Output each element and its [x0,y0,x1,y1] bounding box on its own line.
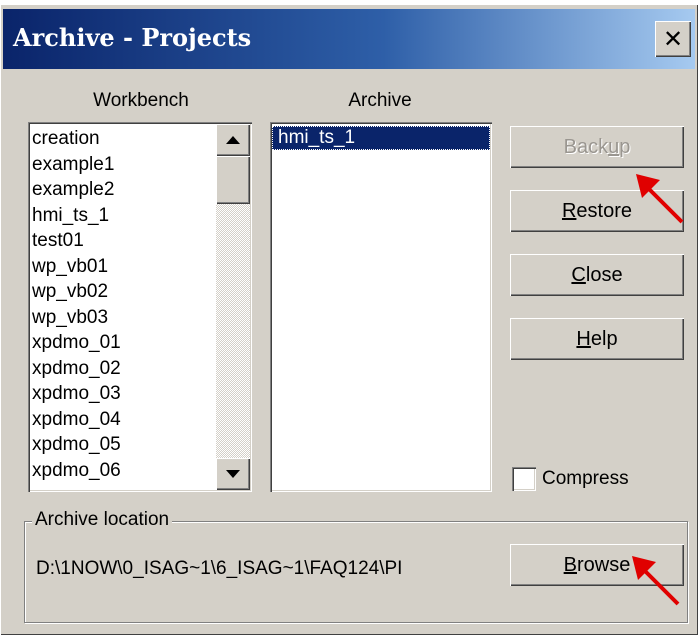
archive-list-item-selected[interactable]: hmi_ts_1 [272,126,490,150]
title-bar[interactable]: Archive - Projects ✕ [3,9,695,69]
backup-button[interactable]: Back u p [510,126,684,168]
scroll-up-button[interactable] [216,124,250,156]
help-label: elp [590,327,618,350]
restore-label: estore [576,199,633,222]
backup-label-rest: p [619,135,631,158]
scroll-down-button[interactable] [216,458,250,490]
window-title: Archive - Projects [13,23,252,52]
restore-accelerator: R [561,199,577,222]
workbench-label: Workbench [93,90,189,111]
close-button[interactable]: Close [510,254,684,296]
archive-projects-dialog: Archive - Projects ✕ Workbench Archive c… [0,4,698,635]
arrow-up-icon [226,136,240,144]
close-icon: ✕ [662,25,684,53]
help-accelerator: H [576,327,591,350]
backup-label: Back [563,135,609,158]
browse-pointer-arrow-icon [632,556,680,606]
close-label: lose [585,263,623,286]
arrow-down-icon [226,470,240,478]
workbench-scrollbar[interactable] [216,124,250,490]
help-button[interactable]: Help [510,318,684,360]
archive-listbox[interactable]: hmi_ts_1 [270,122,492,492]
close-window-button[interactable]: ✕ [655,21,691,57]
scroll-thumb[interactable] [216,156,250,204]
workbench-listbox[interactable]: creation example1 example2 hmi_ts_1 test… [28,122,252,492]
compress-checkbox[interactable] [512,467,536,491]
browse-accelerator: B [563,553,577,576]
restore-pointer-arrow-icon [636,174,684,224]
archive-label: Archive [348,90,412,111]
close-accelerator: C [571,263,586,286]
archive-location-legend: Archive location [32,509,173,531]
compress-label[interactable]: Compress [542,468,629,490]
archive-path-text: D:\1NOW\0_ISAG~1\6_ISAG~1\FAQ124\PI [36,558,403,579]
browse-label: rowse [576,553,631,576]
backup-accelerator: u [608,135,620,158]
